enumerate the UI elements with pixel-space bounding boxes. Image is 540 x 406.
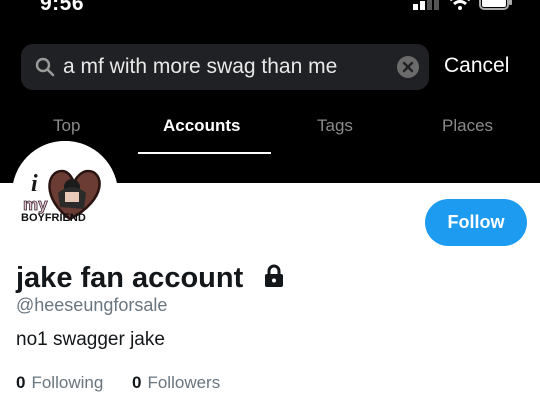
follow-button[interactable]: Follow (425, 199, 527, 246)
followers-label: Followers (147, 373, 221, 392)
tab-tags[interactable]: Tags (317, 116, 353, 136)
following-link[interactable]: 0 Following (16, 373, 103, 393)
followers-link[interactable]: 0 Followers (132, 373, 220, 393)
avatar-letter-i: i (31, 171, 38, 197)
cancel-button[interactable]: Cancel (444, 54, 509, 78)
tab-places[interactable]: Places (442, 116, 493, 136)
profile-handle: @heeseungforsale (16, 295, 168, 315)
tab-accounts[interactable]: Accounts (163, 116, 240, 136)
status-bar: 9:56 (0, 0, 540, 20)
avatar-word-boyfriend: BOYFRIEND (21, 212, 86, 224)
followers-count: 0 (132, 373, 142, 392)
display-name: jake fan account (16, 262, 244, 294)
avatar-artwork: i my BOYFRIEND (12, 141, 118, 247)
profile-bio: no1 swagger jake (16, 329, 165, 350)
cellular-signal-icon (413, 0, 439, 10)
following-count: 0 (16, 373, 26, 392)
tab-top[interactable]: Top (53, 116, 80, 136)
clear-search-icon[interactable] (397, 56, 419, 78)
search-icon (35, 57, 55, 77)
active-tab-indicator (138, 152, 271, 154)
status-time: 9:56 (40, 0, 85, 15)
battery-icon (479, 0, 512, 10)
wifi-icon (450, 0, 470, 10)
search-input[interactable]: a mf with more swag than me (21, 44, 429, 90)
following-label: Following (31, 373, 104, 392)
lock-icon (265, 264, 283, 287)
search-query: a mf with more swag than me (63, 55, 338, 78)
avatar[interactable]: i my BOYFRIEND (12, 141, 118, 247)
